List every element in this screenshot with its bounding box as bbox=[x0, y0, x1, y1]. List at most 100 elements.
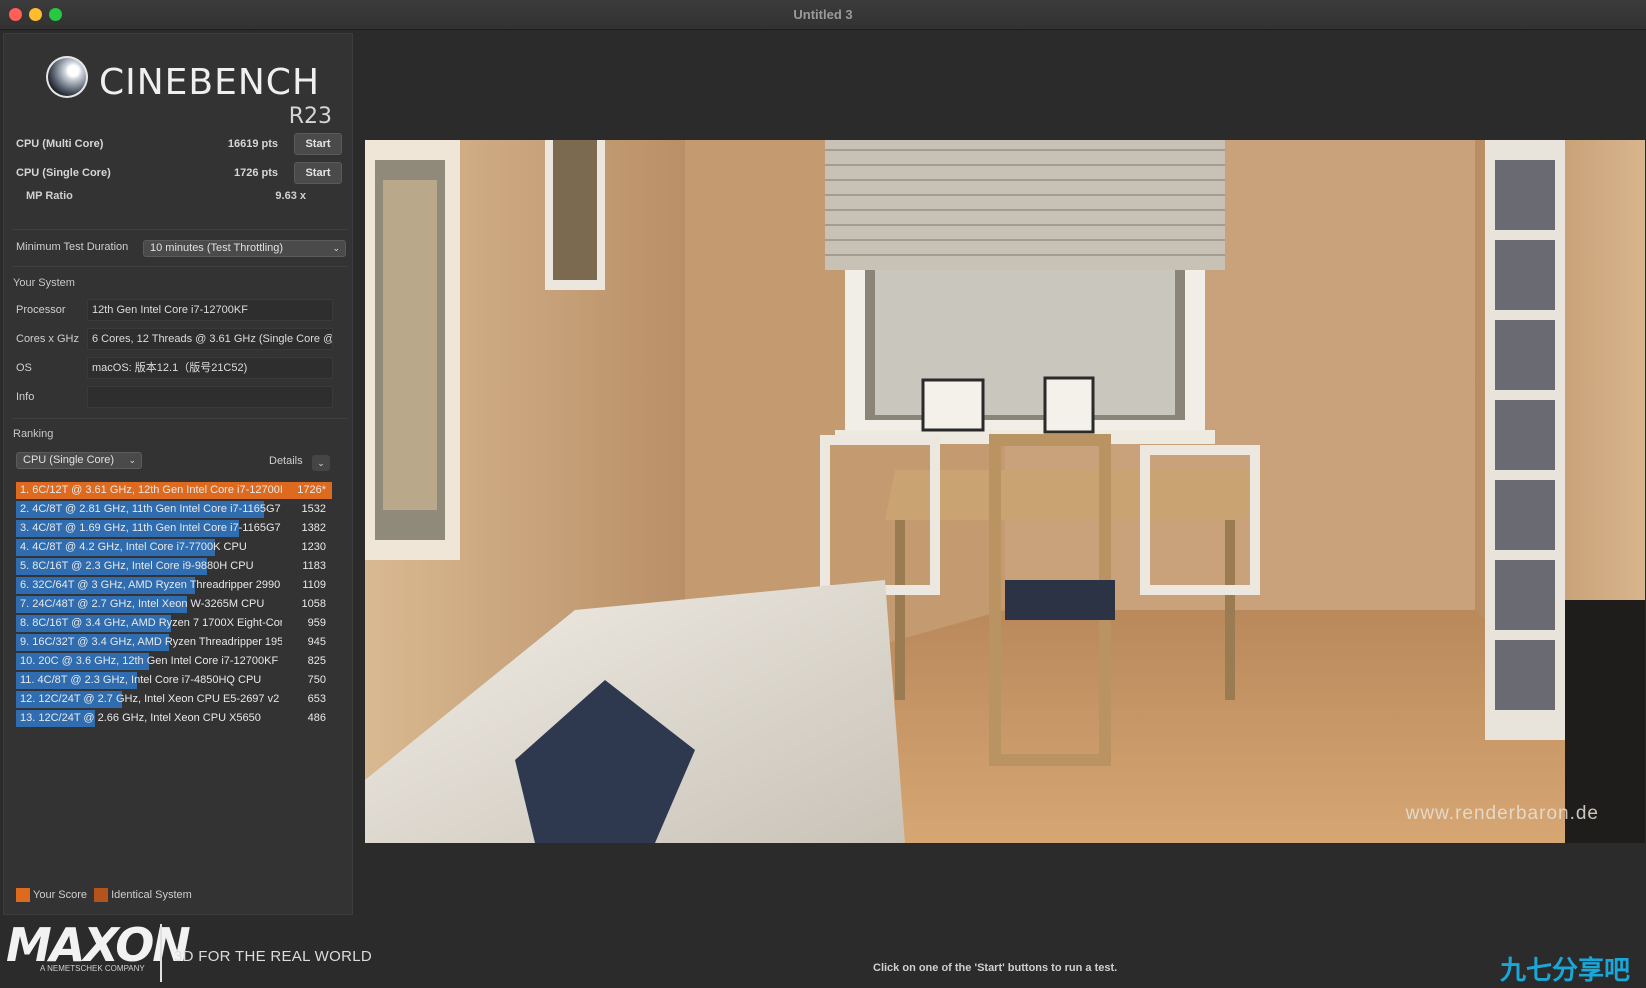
ranking-row[interactable]: 11. 4C/8T @ 2.3 GHz, Intel Core i7-4850H… bbox=[16, 671, 332, 690]
legend-your-score-swatch bbox=[16, 888, 30, 902]
ranking-row-score: 653 bbox=[307, 693, 326, 705]
chevron-down-icon: ⌄ bbox=[317, 458, 325, 468]
mp-ratio-row: MP Ratio 9.63 x bbox=[26, 190, 306, 202]
cores-field[interactable]: 6 Cores, 12 Threads @ 3.61 GHz (Single C… bbox=[87, 328, 333, 350]
ranking-type-value: CPU (Single Core) bbox=[23, 454, 115, 466]
ranking-row[interactable]: 12. 12C/24T @ 2.7 GHz, Intel Xeon CPU E5… bbox=[16, 690, 332, 709]
single-core-label: CPU (Single Core) bbox=[16, 167, 111, 179]
details-toggle-button[interactable]: ⌄ bbox=[312, 455, 330, 471]
ranking-row-label: 6. 32C/64T @ 3 GHz, AMD Ryzen Threadripp… bbox=[20, 579, 281, 591]
logo-version: R23 bbox=[288, 104, 332, 129]
single-core-row: CPU (Single Core) 1726 pts Start bbox=[16, 162, 346, 184]
chevron-down-icon: ⌄ bbox=[128, 455, 136, 465]
legend-your-score-label: Your Score bbox=[33, 888, 88, 901]
cinebench-logo: CINEBENCH R23 bbox=[42, 48, 332, 129]
ranking-row-label: 2. 4C/8T @ 2.81 GHz, 11th Gen Intel Core… bbox=[20, 503, 282, 515]
multi-core-row: CPU (Multi Core) 16619 pts Start bbox=[16, 133, 346, 155]
ranking-row-label: 8. 8C/16T @ 3.4 GHz, AMD Ryzen 7 1700X E… bbox=[20, 617, 282, 629]
os-field[interactable]: macOS: 版本12.1（版号21C52) bbox=[87, 357, 333, 379]
system-row-cores: Cores x GHz 6 Cores, 12 Threads @ 3.61 G… bbox=[16, 328, 348, 350]
ranking-row[interactable]: 7. 24C/48T @ 2.7 GHz, Intel Xeon W-3265M… bbox=[16, 595, 332, 614]
window-titlebar: Untitled 3 bbox=[0, 0, 1646, 30]
ranking-row-score: 1532 bbox=[301, 503, 326, 515]
ranking-row[interactable]: 13. 12C/24T @ 2.66 GHz, Intel Xeon CPU X… bbox=[16, 709, 332, 728]
ranking-row[interactable]: 6. 32C/64T @ 3 GHz, AMD Ryzen Threadripp… bbox=[16, 576, 332, 595]
your-system-title: Your System bbox=[13, 277, 75, 289]
divider bbox=[12, 229, 348, 230]
ranking-row[interactable]: 10. 20C @ 3.6 GHz, 12th Gen Intel Core i… bbox=[16, 652, 332, 671]
legend-your-score: Your Score bbox=[16, 888, 87, 902]
ranking-row-label: 3. 4C/8T @ 1.69 GHz, 11th Gen Intel Core… bbox=[20, 522, 282, 534]
ranking-type-select[interactable]: CPU (Single Core) ⌄ bbox=[16, 452, 142, 469]
min-duration-value: 10 minutes (Test Throttling) bbox=[150, 242, 284, 254]
room-render-image bbox=[365, 140, 1645, 843]
single-core-start-button[interactable]: Start bbox=[294, 162, 342, 184]
single-core-score: 1726 pts bbox=[233, 167, 278, 179]
ranking-row-label: 1. 6C/12T @ 3.61 GHz, 12th Gen Intel Cor… bbox=[20, 484, 282, 496]
multi-core-label: CPU (Multi Core) bbox=[16, 138, 104, 150]
ranking-row[interactable]: 5. 8C/16T @ 2.3 GHz, Intel Core i9-9880H… bbox=[16, 557, 332, 576]
render-credit: www.renderbaron.de bbox=[1405, 803, 1599, 824]
ranking-row[interactable]: 4. 4C/8T @ 4.2 GHz, Intel Core i7-7700K … bbox=[16, 538, 332, 557]
left-panel: CINEBENCH R23 CPU (Multi Core) 16619 pts… bbox=[3, 33, 353, 915]
cores-label: Cores x GHz bbox=[16, 333, 79, 345]
watermark: 九七分享吧 bbox=[1500, 955, 1631, 985]
processor-field[interactable]: 12th Gen Intel Core i7-12700KF bbox=[87, 299, 333, 321]
ranking-row-label: 11. 4C/8T @ 2.3 GHz, Intel Core i7-4850H… bbox=[20, 674, 262, 686]
ranking-row-score: 945 bbox=[307, 636, 326, 648]
footer-divider bbox=[160, 924, 162, 982]
mp-ratio-value: 9.63 x bbox=[275, 190, 306, 202]
multi-core-score: 16619 pts bbox=[227, 138, 278, 150]
ranking-row[interactable]: 2. 4C/8T @ 2.81 GHz, 11th Gen Intel Core… bbox=[16, 500, 332, 519]
ranking-row-score: 825 bbox=[307, 655, 326, 667]
legend-identical-label: Identical System bbox=[111, 888, 192, 901]
ranking-row-label: 5. 8C/16T @ 2.3 GHz, Intel Core i9-9880H… bbox=[20, 560, 254, 572]
ranking-row[interactable]: 8. 8C/16T @ 3.4 GHz, AMD Ryzen 7 1700X E… bbox=[16, 614, 332, 633]
window-title: Untitled 3 bbox=[793, 7, 853, 22]
system-row-os: OS macOS: 版本12.1（版号21C52) bbox=[16, 357, 348, 379]
legend-identical-swatch bbox=[94, 888, 109, 902]
ranking-row-label: 12. 12C/24T @ 2.7 GHz, Intel Xeon CPU E5… bbox=[20, 693, 280, 705]
ranking-row-score: 959 bbox=[307, 617, 326, 629]
ranking-row-label: 13. 12C/24T @ 2.66 GHz, Intel Xeon CPU X… bbox=[20, 712, 261, 724]
divider bbox=[12, 266, 348, 267]
ranking-title: Ranking bbox=[13, 428, 54, 440]
render-preview: www.renderbaron.de bbox=[365, 140, 1645, 843]
maxon-subtitle: A NEMETSCHEK COMPANY bbox=[40, 964, 145, 973]
maxon-tagline: 3D FOR THE REAL WORLD bbox=[174, 948, 372, 965]
min-duration-select[interactable]: 10 minutes (Test Throttling) ⌄ bbox=[143, 240, 346, 257]
legend-identical-system: Identical System bbox=[94, 888, 192, 902]
ranking-row-score: 750 bbox=[307, 674, 326, 686]
ranking-row[interactable]: 3. 4C/8T @ 1.69 GHz, 11th Gen Intel Core… bbox=[16, 519, 332, 538]
divider bbox=[12, 418, 348, 419]
min-duration-label: Minimum Test Duration bbox=[16, 241, 129, 253]
cinebench-sphere-icon bbox=[46, 56, 88, 98]
ranking-list: 1. 6C/12T @ 3.61 GHz, 12th Gen Intel Cor… bbox=[16, 481, 332, 728]
ranking-row-score: 486 bbox=[307, 712, 326, 724]
info-label: Info bbox=[16, 391, 35, 403]
ranking-row-score: 1382 bbox=[301, 522, 326, 534]
ranking-row-label: 10. 20C @ 3.6 GHz, 12th Gen Intel Core i… bbox=[20, 655, 279, 667]
processor-label: Processor bbox=[16, 304, 66, 316]
ranking-row[interactable]: 1. 6C/12T @ 3.61 GHz, 12th Gen Intel Cor… bbox=[16, 481, 332, 500]
ranking-row-label: 4. 4C/8T @ 4.2 GHz, Intel Core i7-7700K … bbox=[20, 541, 247, 553]
multi-core-start-button[interactable]: Start bbox=[294, 133, 342, 155]
ranking-row-score: 1230 bbox=[301, 541, 326, 553]
mp-ratio-label: MP Ratio bbox=[26, 190, 73, 202]
ranking-row-label: 7. 24C/48T @ 2.7 GHz, Intel Xeon W-3265M… bbox=[20, 598, 265, 610]
status-message: Click on one of the 'Start' buttons to r… bbox=[873, 962, 1118, 974]
chevron-down-icon: ⌄ bbox=[332, 243, 340, 253]
ranking-legend: Your Score Identical System bbox=[16, 888, 196, 904]
ranking-row-score: 1109 bbox=[302, 579, 326, 591]
logo-name: CINEBENCH bbox=[99, 62, 321, 103]
details-label: Details bbox=[269, 455, 303, 467]
system-row-info: Info bbox=[16, 386, 348, 408]
os-label: OS bbox=[16, 362, 32, 374]
info-field[interactable] bbox=[87, 386, 333, 408]
ranking-row-score: 1058 bbox=[301, 598, 326, 610]
ranking-row-score: 1726* bbox=[297, 484, 326, 496]
ranking-row[interactable]: 9. 16C/32T @ 3.4 GHz, AMD Ryzen Threadri… bbox=[16, 633, 332, 652]
ranking-row-label: 9. 16C/32T @ 3.4 GHz, AMD Ryzen Threadri… bbox=[20, 636, 282, 648]
ranking-row-score: 1183 bbox=[302, 560, 326, 572]
system-row-processor: Processor 12th Gen Intel Core i7-12700KF bbox=[16, 299, 348, 321]
